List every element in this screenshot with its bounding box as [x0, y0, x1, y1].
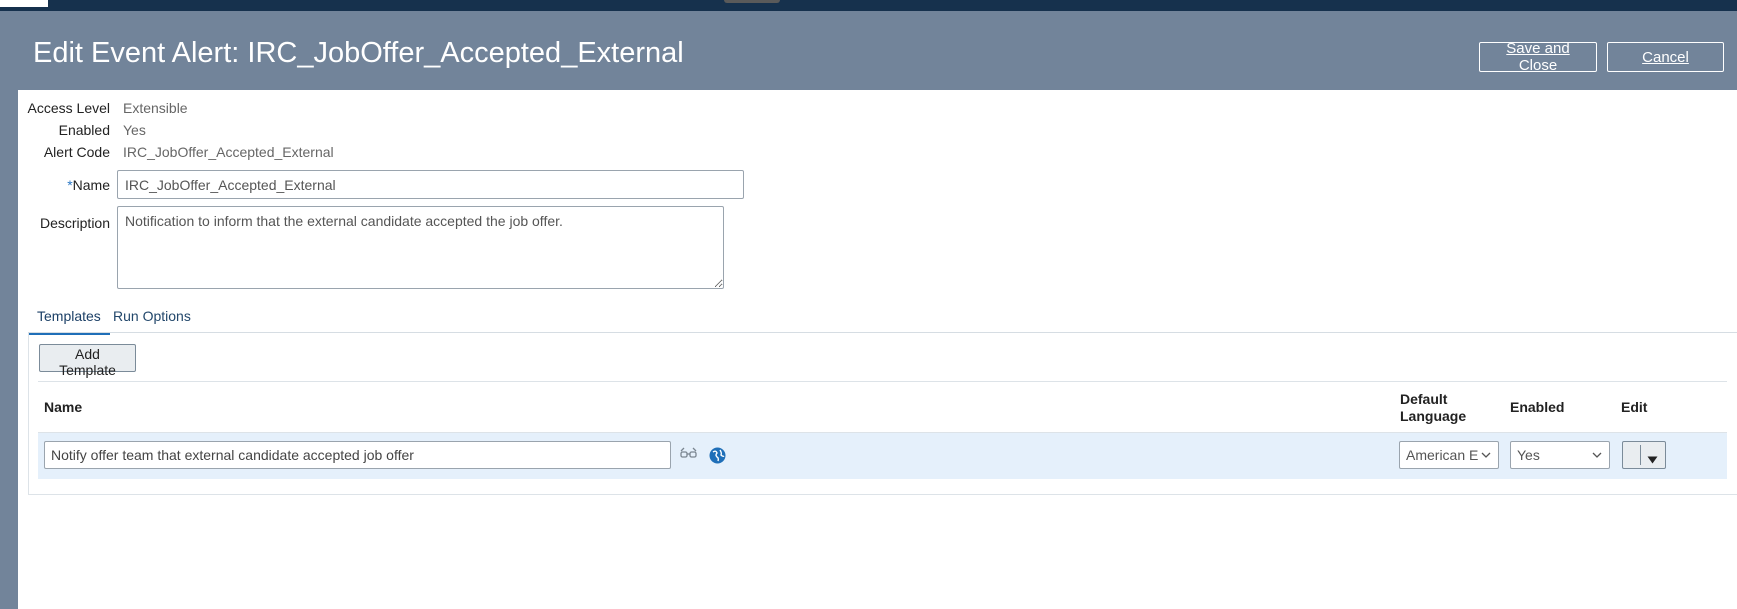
tab-run-options[interactable]: Run Options	[113, 308, 191, 332]
template-name-field[interactable]	[44, 441, 671, 469]
glasses-icon[interactable]	[680, 447, 697, 466]
top-navigation-bar	[0, 0, 1737, 11]
split-divider	[1640, 445, 1641, 465]
enabled-select[interactable]: Yes	[1510, 441, 1610, 469]
page-title: Edit Event Alert: IRC_JobOffer_Accepted_…	[33, 37, 684, 69]
cancel-button[interactable]: Cancel	[1607, 42, 1724, 72]
default-language-value: American E	[1406, 447, 1479, 463]
left-side-strip	[0, 90, 18, 609]
column-header-default-language: Default Language	[1400, 391, 1466, 425]
description-label: Description	[39, 215, 110, 231]
enabled-value: Yes	[123, 122, 146, 138]
caret-down-icon	[1647, 451, 1658, 469]
globe-icon[interactable]	[709, 447, 726, 469]
enabled-label: Enabled	[58, 122, 110, 138]
page-header: Edit Event Alert: IRC_JobOffer_Accepted_…	[0, 11, 1737, 90]
column-header-name: Name	[44, 399, 83, 415]
tab-templates[interactable]: Templates	[28, 308, 110, 335]
chevron-down-icon	[1591, 448, 1603, 465]
column-header-default-language-line2: Language	[1400, 408, 1467, 424]
default-language-select[interactable]: American E	[1399, 441, 1499, 469]
app-logo[interactable]	[0, 0, 48, 7]
global-header-handle[interactable]	[724, 0, 780, 3]
edit-menu-button[interactable]	[1622, 441, 1666, 469]
name-label-text: Name	[72, 177, 110, 193]
alert-code-label: Alert Code	[43, 144, 110, 160]
column-header-edit: Edit	[1621, 399, 1648, 415]
column-header-enabled: Enabled	[1510, 399, 1565, 415]
name-field[interactable]	[117, 170, 744, 199]
save-and-close-button[interactable]: Save and Close	[1479, 40, 1597, 74]
access-level-label: Access Level	[27, 100, 110, 116]
column-header-default-language-line1: Default	[1400, 391, 1448, 407]
add-template-button[interactable]: Add Template	[39, 344, 136, 378]
name-label: *Name	[67, 177, 110, 193]
enabled-select-value: Yes	[1517, 447, 1540, 463]
alert-code-value: IRC_JobOffer_Accepted_External	[123, 144, 334, 160]
chevron-down-icon	[1480, 448, 1492, 465]
description-field[interactable]: Notification to inform that the external…	[117, 206, 724, 289]
access-level-value: Extensible	[123, 100, 188, 116]
toolbar-divider	[38, 381, 1727, 382]
